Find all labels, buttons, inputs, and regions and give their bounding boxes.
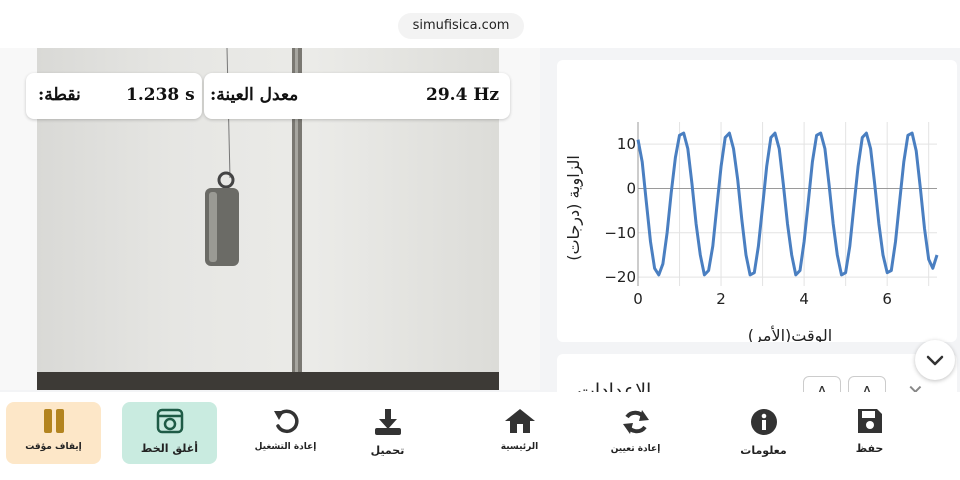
x-tick-label: 0: [633, 290, 643, 308]
floppy-disk-icon: [857, 409, 882, 433]
reset-label: إعادة تعيين: [610, 444, 661, 454]
reset-button[interactable]: إعادة تعيين: [588, 402, 683, 462]
video-stats-overlay: :نقطة 1.238 s :معدل العينة 29.4 Hz: [26, 73, 510, 119]
info-button[interactable]: معلومات: [716, 402, 811, 462]
pause-icon: [43, 409, 64, 433]
graph-panel: 10 0 −10 −20 0 2 4 6 الوقت(الأمر) الزاوية (درجات): [557, 60, 957, 346]
download-label: تحميل: [370, 444, 405, 457]
home-icon: [504, 409, 535, 433]
floor-edge: [37, 372, 499, 390]
series-line: [636, 131, 939, 277]
chevron-down-icon: [926, 355, 944, 366]
y-axis-label: الزاوية (درجات): [564, 155, 584, 261]
info-label: معلومات: [740, 444, 787, 457]
close-line-button[interactable]: أغلق الخط: [122, 402, 217, 464]
info-icon: [750, 409, 777, 435]
y-tick-label: 10: [617, 135, 636, 153]
y-tick-label: −20: [604, 268, 636, 286]
scroll-down-button[interactable]: [915, 340, 955, 380]
restart-icon: [273, 409, 299, 434]
sample-rate-value: 29.4 Hz: [426, 85, 500, 105]
point-value: 1.238 s: [126, 85, 195, 105]
sample-rate-box: :معدل العينة 29.4 Hz: [204, 73, 510, 119]
download-button[interactable]: تحميل: [340, 402, 435, 462]
bottom-toolbar: إيقاف مؤقت أغلق الخط إعادة التشغيل تحميل…: [0, 392, 960, 480]
pendulum-bob-highlight: [209, 192, 217, 262]
pause-label: إيقاف مؤقت: [25, 442, 82, 452]
restart-label: إعادة التشغيل: [254, 442, 317, 452]
pendulum-hook: [217, 171, 235, 189]
angle-time-chart[interactable]: 10 0 −10 −20 0 2 4 6 الوقت(الأمر) الزاوية (درجات): [557, 60, 957, 346]
home-label: الرئيسية: [500, 442, 539, 452]
home-button[interactable]: الرئيسية: [472, 402, 567, 462]
pause-button[interactable]: إيقاف مؤقت: [6, 402, 101, 464]
point-label: :نقطة: [38, 85, 81, 105]
x-tick-label: 2: [716, 290, 726, 308]
save-button[interactable]: حفظ: [822, 402, 917, 462]
sample-rate-label: :معدل العينة: [210, 85, 299, 105]
download-icon: [374, 409, 401, 435]
browser-url-bar: simufisica.com: [0, 0, 960, 48]
refresh-icon: [622, 410, 649, 434]
url-field[interactable]: simufisica.com: [398, 13, 524, 39]
y-tick-label: −10: [604, 224, 636, 242]
x-tick-label: 4: [799, 290, 809, 308]
restart-button[interactable]: إعادة التشغيل: [238, 402, 333, 462]
x-tick-label: 6: [882, 290, 892, 308]
x-axis-label: الوقت(الأمر): [748, 325, 832, 342]
save-label: حفظ: [855, 442, 884, 455]
camera-icon: [156, 408, 183, 434]
point-time-box: :نقطة 1.238 s: [26, 73, 202, 119]
close-line-label: أغلق الخط: [140, 442, 199, 455]
y-tick-label: 0: [626, 179, 636, 197]
